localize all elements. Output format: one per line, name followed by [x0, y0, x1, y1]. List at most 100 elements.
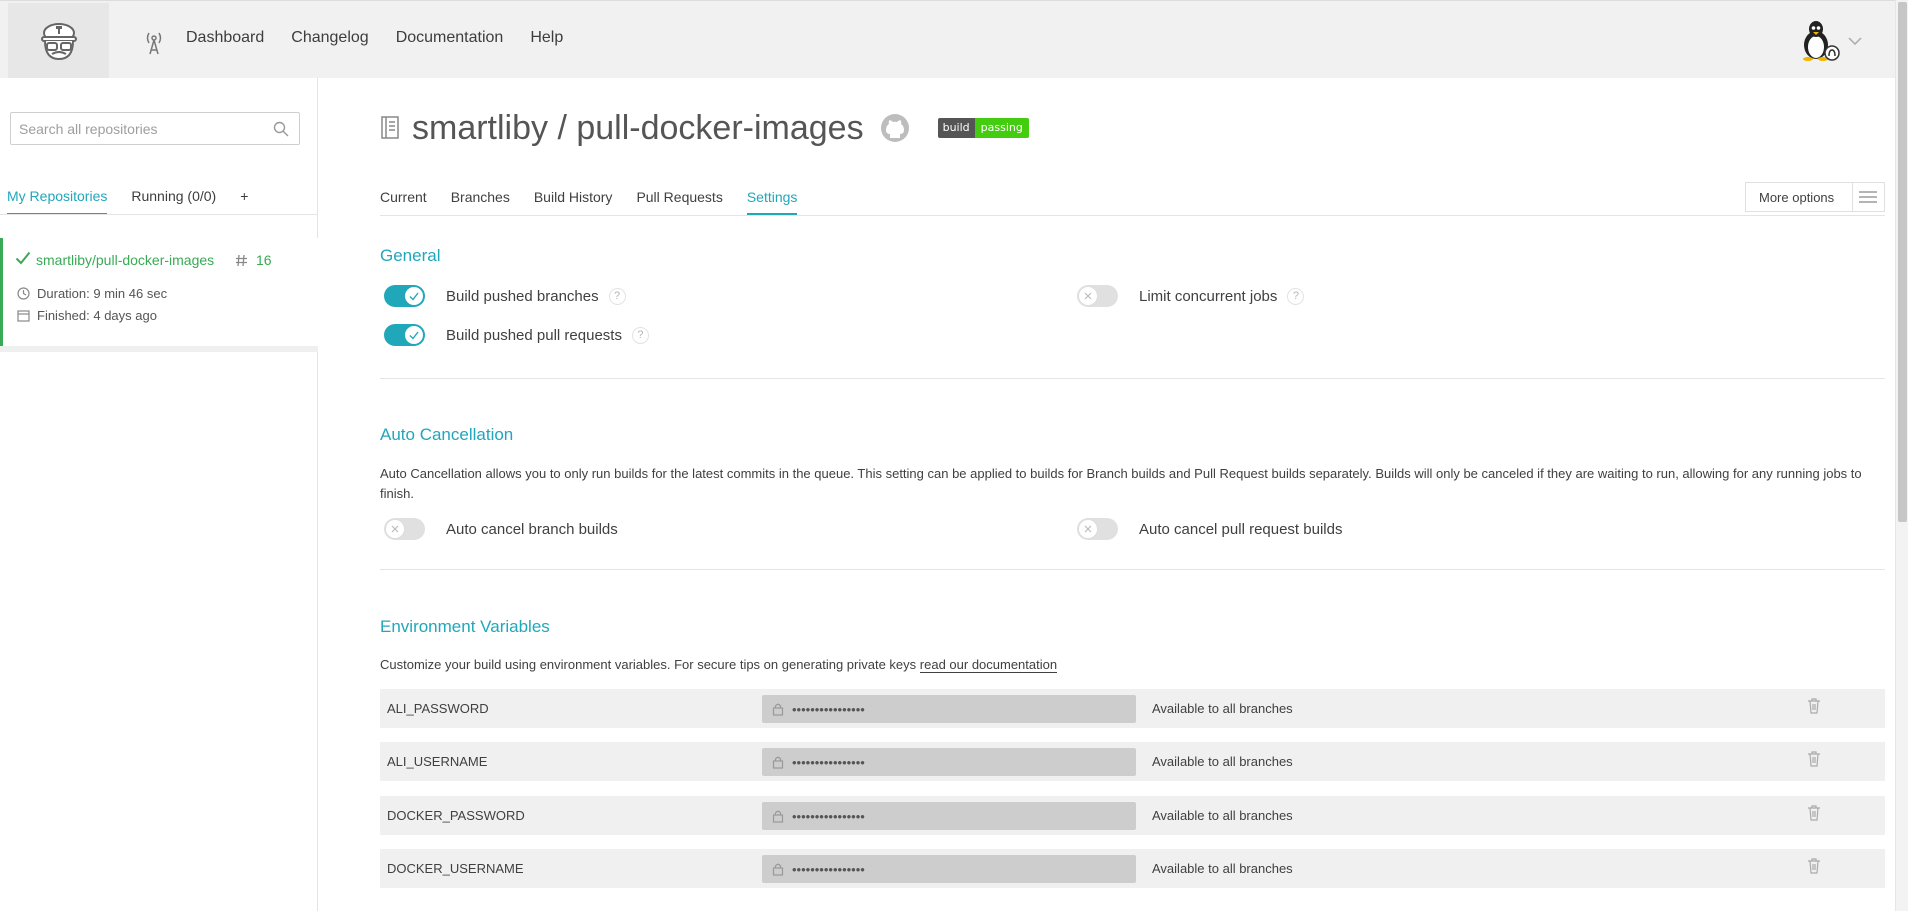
lock-icon	[772, 810, 784, 823]
scrollbar-thumb[interactable]	[1898, 2, 1907, 522]
sidebar-tabs: My Repositories Running (0/0) +	[7, 188, 272, 215]
question-icon[interactable]: ?	[608, 287, 626, 305]
env-var-masked-value: ••••••••••••••••	[792, 808, 865, 824]
calendar-icon	[17, 310, 30, 322]
close-icon	[391, 525, 399, 533]
page-scrollbar[interactable]	[1895, 0, 1908, 911]
check-icon	[409, 292, 419, 301]
hash-icon	[236, 254, 247, 266]
lock-icon	[772, 756, 784, 769]
auto-cancellation-title: Auto Cancellation	[380, 425, 514, 444]
search-input[interactable]	[11, 113, 261, 144]
chevron-down-icon[interactable]	[1848, 37, 1862, 45]
repo-duration: Duration: 9 min 46 sec	[17, 286, 167, 301]
close-icon	[1084, 292, 1092, 300]
trash-icon[interactable]	[1807, 805, 1821, 821]
env-var-masked-value: ••••••••••••••••	[792, 861, 865, 877]
nav-changelog[interactable]: Changelog	[291, 29, 368, 47]
env-var-name: ALI_USERNAME	[387, 754, 488, 769]
more-options-button[interactable]: More options	[1745, 182, 1885, 212]
repo-card[interactable]: smartliby/pull-docker-images 16 Duration…	[0, 238, 318, 346]
repo-tabs: Current Branches Build History Pull Requ…	[380, 189, 821, 215]
general-title: General	[380, 246, 441, 265]
trash-icon[interactable]	[1807, 751, 1821, 767]
tab-my-repositories[interactable]: My Repositories	[7, 188, 108, 215]
env-var-row: DOCKER_PASSWORD •••••••••••••••• Availab…	[380, 796, 1885, 835]
nav-help[interactable]: Help	[530, 29, 563, 47]
section-divider	[380, 569, 1885, 570]
hamburger-icon	[1851, 183, 1884, 211]
build-number[interactable]: 16	[235, 252, 272, 268]
nav-documentation[interactable]: Documentation	[396, 29, 504, 47]
setting-auto-cancel-pull-request: Auto cancel pull request builds	[1077, 518, 1342, 540]
trash-icon[interactable]	[1807, 858, 1821, 874]
clock-icon	[17, 287, 30, 300]
auto-cancel-pull-request-toggle[interactable]	[1077, 518, 1118, 540]
auto-cancel-branch-toggle[interactable]	[384, 518, 425, 540]
env-vars-description: Customize your build using environment v…	[380, 655, 1885, 675]
env-var-value: ••••••••••••••••	[762, 748, 1136, 776]
section-divider	[380, 378, 1885, 379]
github-icon[interactable]	[880, 113, 910, 143]
env-var-masked-value: ••••••••••••••••	[792, 701, 865, 717]
finished-text: Finished: 4 days ago	[37, 308, 157, 323]
env-var-value: ••••••••••••••••	[762, 695, 1136, 723]
tab-build-history[interactable]: Build History	[534, 189, 613, 215]
duration-text: Duration: 9 min 46 sec	[37, 286, 168, 301]
build-status-badge[interactable]: build passing	[937, 118, 1029, 138]
repo-header: smartliby / pull-docker-images build pas…	[380, 106, 1029, 150]
repo-finished: Finished: 4 days ago	[17, 308, 157, 323]
auto-cancellation-description: Auto Cancellation allows you to only run…	[380, 466, 1862, 501]
trash-icon[interactable]	[1807, 698, 1821, 714]
env-var-row: DOCKER_USERNAME •••••••••••••••• Availab…	[380, 849, 1885, 888]
build-pushed-branches-toggle[interactable]	[384, 285, 425, 307]
repo-book-icon	[381, 116, 399, 139]
setting-build-pushed-pull-requests: Build pushed pull requests ?	[384, 324, 649, 346]
lock-icon	[772, 863, 784, 876]
env-var-row: ALI_USERNAME •••••••••••••••• Available …	[380, 742, 1885, 781]
tab-running[interactable]: Running (0/0)	[131, 188, 216, 215]
read-documentation-link[interactable]: read our documentation	[919, 657, 1058, 673]
antenna-icon[interactable]	[143, 29, 165, 55]
repo-link[interactable]: smartliby/pull-docker-images	[36, 252, 214, 268]
check-icon	[15, 251, 31, 265]
linux-avatar-icon[interactable]	[1800, 19, 1840, 61]
env-vars-description-text: Customize your build using environment v…	[380, 657, 917, 672]
question-icon[interactable]: ?	[631, 326, 649, 344]
build-pushed-pull-requests-label: Build pushed pull requests	[446, 326, 622, 344]
tab-add[interactable]: +	[240, 188, 248, 215]
lock-icon	[772, 703, 784, 716]
build-pushed-pull-requests-toggle[interactable]	[384, 324, 425, 346]
tab-branches[interactable]: Branches	[451, 189, 510, 215]
question-icon[interactable]: ?	[1287, 287, 1305, 305]
limit-concurrent-jobs-toggle[interactable]	[1077, 285, 1118, 307]
env-var-value: ••••••••••••••••	[762, 855, 1136, 883]
travis-logo[interactable]	[8, 3, 109, 78]
tab-pull-requests[interactable]: Pull Requests	[636, 189, 722, 215]
top-bar: Dashboard Changelog Documentation Help	[0, 0, 1908, 78]
nav-dashboard[interactable]: Dashboard	[186, 29, 264, 47]
build-number-value: 16	[256, 252, 272, 268]
env-var-branch: Available to all branches	[1152, 701, 1293, 716]
env-var-branch: Available to all branches	[1152, 808, 1293, 823]
env-vars-title: Environment Variables	[380, 617, 550, 636]
check-icon	[409, 331, 419, 340]
badge-status: passing	[974, 118, 1029, 138]
repo-search	[10, 112, 300, 145]
env-var-masked-value: ••••••••••••••••	[792, 754, 865, 770]
sidebar: My Repositories Running (0/0) + smartlib…	[0, 78, 318, 911]
travis-mascot-icon	[40, 22, 77, 60]
env-var-name: DOCKER_PASSWORD	[387, 808, 525, 823]
env-var-row: ALI_PASSWORD •••••••••••••••• Available …	[380, 689, 1885, 728]
tabs-divider	[380, 215, 1885, 216]
setting-build-pushed-branches: Build pushed branches ?	[384, 285, 626, 307]
badge-label: build	[937, 118, 975, 138]
env-var-name: DOCKER_USERNAME	[387, 861, 524, 876]
env-var-name: ALI_PASSWORD	[387, 701, 489, 716]
search-icon[interactable]	[273, 121, 289, 137]
tab-current[interactable]: Current	[380, 189, 427, 215]
build-pushed-branches-label: Build pushed branches	[446, 287, 599, 305]
tab-settings[interactable]: Settings	[746, 189, 798, 215]
more-options-label: More options	[1759, 189, 1835, 205]
auto-cancel-branch-label: Auto cancel branch builds	[446, 520, 618, 538]
